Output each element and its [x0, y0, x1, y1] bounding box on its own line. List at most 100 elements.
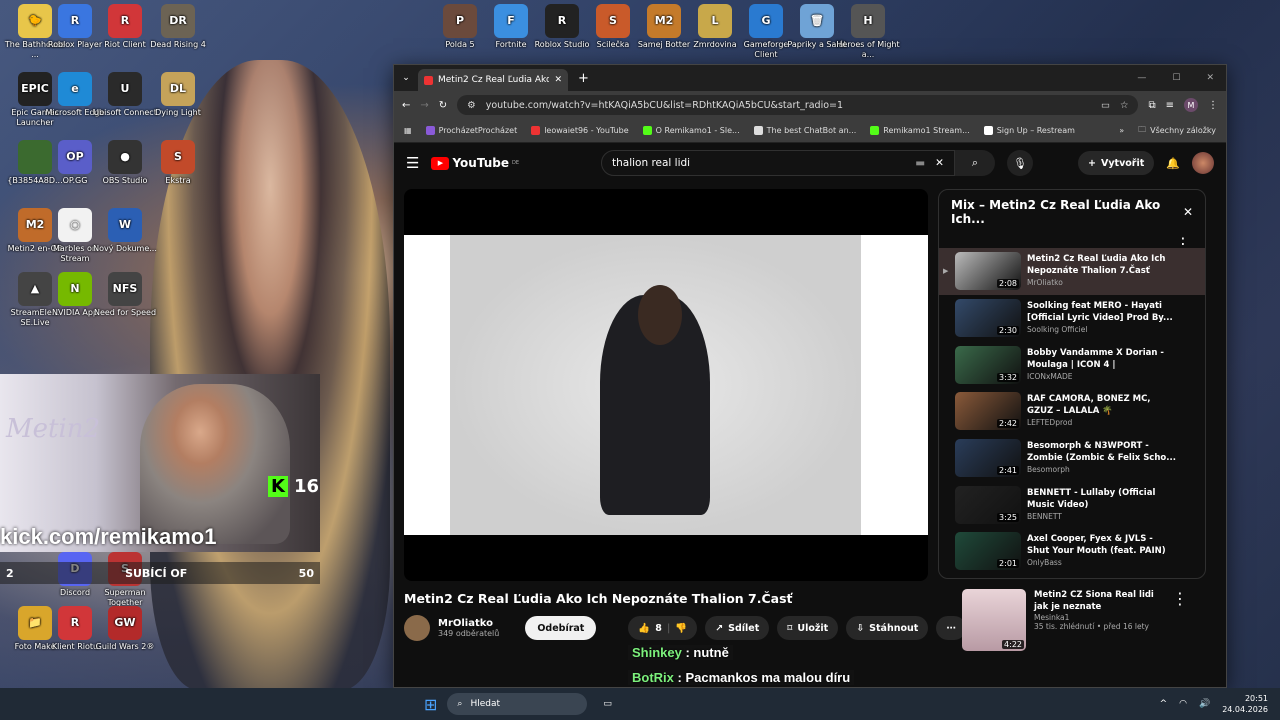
clock-date[interactable]: 24.04.2026	[1222, 704, 1268, 715]
url-field[interactable]: ⚙ youtube.com/watch?v=htKAQiA5bCU&list=R…	[457, 95, 1139, 115]
all-bookmarks[interactable]: 🗀 Všechny záložky	[1138, 124, 1216, 138]
taskbar-search-label: Hledat	[470, 699, 501, 709]
close-mix-icon[interactable]: ✕	[1183, 205, 1193, 219]
minimize-icon[interactable]: —	[1137, 73, 1146, 83]
apps-icon[interactable]: ▦	[404, 126, 412, 135]
media-icon[interactable]: ≡	[1166, 100, 1174, 111]
bookmark-item[interactable]: ProcházetProcházet	[425, 126, 517, 135]
thumbs-down-icon[interactable]: 👎	[675, 623, 687, 634]
youtube-logo[interactable]: ▶ YouTube DE	[431, 156, 519, 170]
mix-thumbnail: 3:25	[955, 485, 1021, 524]
reload-icon[interactable]: ↻	[439, 100, 447, 111]
volume-icon[interactable]: 🔊	[1199, 699, 1210, 709]
mix-item-title: Soolking feat MERO - Hayati [Official Ly…	[1027, 301, 1173, 324]
region-code: DE	[511, 160, 519, 166]
tab-close-icon[interactable]: ✕	[554, 75, 562, 85]
like-button[interactable]: 👍 8 | 👎	[628, 616, 698, 640]
menu-icon[interactable]: ⋮	[1208, 100, 1218, 111]
clear-search-icon[interactable]: ✕	[935, 157, 944, 169]
bookmark-item[interactable]: Sign Up – Restream	[983, 126, 1075, 135]
taskbar-search[interactable]: ⌕ Hledat	[447, 693, 588, 715]
youtube-favicon-icon	[424, 75, 433, 85]
profile-avatar[interactable]: M	[1184, 98, 1198, 112]
close-window-icon[interactable]: ✕	[1206, 73, 1214, 83]
download-button[interactable]: ⇩ Stáhnout	[846, 616, 929, 640]
bookmark-label: O Remikamo1 - Sle...	[655, 126, 740, 135]
bookmark-favicon-icon	[870, 126, 880, 135]
mix-item[interactable]: ▶ 2:08 Metin2 Cz Real Ľudia Ako Ich Nepozn…	[939, 248, 1205, 295]
new-tab-icon[interactable]: +	[578, 71, 589, 86]
search-input[interactable]: thalion real lidi ▬ ✕	[600, 150, 955, 176]
start-icon[interactable]: ⊞	[424, 695, 437, 714]
app-icon: OP	[58, 140, 92, 174]
back-icon[interactable]: ←	[402, 100, 410, 111]
desktop-icon[interactable]: DR Dead Rising 4	[143, 4, 213, 50]
forward-icon[interactable]: →	[420, 100, 428, 111]
metin2-logo: Metin2	[6, 414, 101, 444]
recommended-item[interactable]: 4:22 Metin2 CZ Siona Real lidi jak je ne…	[962, 589, 1188, 651]
clock-time[interactable]: 20:51	[1222, 693, 1268, 704]
app-icon: DR	[161, 4, 195, 38]
subscribe-button[interactable]: Odebírat	[525, 616, 597, 640]
mix-item[interactable]: 2:41 Besomorph & N3WPORT - Zombie (Zombic…	[939, 435, 1205, 482]
bookmark-item[interactable]: O Remikamo1 - Sle...	[642, 126, 740, 135]
keyboard-icon[interactable]: ▬	[915, 157, 925, 169]
mix-item[interactable]: 2:01 Axel Cooper, Fyex & JVLS - Shut Your…	[939, 528, 1205, 575]
mix-item[interactable]: 3:25 BENNETT - Lullaby (Official Music Vi…	[939, 481, 1205, 528]
bookmark-item[interactable]: The best ChatBot an...	[753, 126, 856, 135]
tab-search-icon[interactable]: ⌄	[394, 73, 418, 83]
voice-search-icon[interactable]: 🎙	[1006, 150, 1033, 176]
task-view-icon[interactable]: ▭	[603, 699, 612, 709]
mix-duration: 2:30	[997, 326, 1019, 336]
hamburger-menu-icon[interactable]: ☰	[406, 154, 419, 172]
desktop-icon-label: Nový Dokume...	[93, 244, 157, 253]
desktop-icon-label: Dying Light	[155, 108, 201, 117]
notifications-icon[interactable]: 🔔	[1166, 157, 1180, 170]
bookmark-star-icon[interactable]: ☆	[1120, 100, 1129, 111]
mix-item[interactable]: 2:30 Soolking feat MERO - Hayati [Officia…	[939, 295, 1205, 342]
recommended-meta: 35 tis. zhlédnutí • před 16 lety	[1034, 622, 1149, 631]
cast-icon[interactable]: ▭	[1101, 100, 1110, 111]
mix-item[interactable]: 3:32 Bobby Vandamme X Dorian - Moulaga | …	[939, 341, 1205, 388]
sub-goal-bar: 2 SUBÍCÍ OF 50	[0, 562, 320, 584]
share-button[interactable]: ↗ Sdílet	[705, 616, 770, 640]
channel-name[interactable]: MrOliatko	[438, 618, 499, 629]
desktop-icon[interactable]: W Nový Dokume...	[90, 208, 160, 254]
mix-duration: 2:41	[997, 466, 1019, 476]
recommended-menu-icon[interactable]: ⋮	[1172, 589, 1188, 651]
mix-menu-icon[interactable]: ⋮	[939, 234, 1205, 253]
desktop-icon[interactable]: GW Guild Wars 2®	[90, 606, 160, 652]
more-bookmarks-icon[interactable]: »	[1119, 126, 1124, 135]
maximize-icon[interactable]: ☐	[1172, 73, 1180, 83]
mix-item[interactable]: 2:42 RAF CAMORA, BONEZ MC, GZUZ – LALALA …	[939, 388, 1205, 435]
app-icon: ○	[58, 208, 92, 242]
extensions-icon[interactable]: ⧉	[1148, 100, 1155, 111]
desktop-icon[interactable]: NFS Need for Speed	[90, 272, 160, 318]
viewer-count: 16	[293, 476, 320, 497]
all-bookmarks-label: Všechny záložky	[1150, 126, 1216, 135]
bookmark-favicon-icon	[425, 126, 435, 135]
wifi-icon[interactable]: ◠	[1179, 699, 1187, 709]
chat-username: Shinkey	[632, 645, 682, 660]
bookmark-item[interactable]: Remikamo1 Stream...	[870, 126, 970, 135]
app-icon: U	[108, 72, 142, 106]
create-button[interactable]: + Vytvořit	[1078, 151, 1155, 175]
app-icon: R	[108, 4, 142, 38]
bookmark-item[interactable]: leowaiet96 - YouTube	[531, 126, 629, 135]
app-icon: M2	[647, 4, 681, 38]
tray-chevron-icon[interactable]: ^	[1160, 699, 1168, 709]
save-button[interactable]: ⌑ Uložit	[777, 616, 839, 640]
desktop-icon[interactable]: DL Dying Light	[143, 72, 213, 118]
search-button[interactable]: ⌕	[954, 150, 995, 176]
tab-youtube[interactable]: Metin2 Cz Real Ľudia Ako Ich N ✕	[418, 69, 568, 91]
video-player[interactable]	[404, 189, 928, 581]
desktop-icon[interactable]: H Heroes of Might a...	[833, 4, 903, 60]
site-info-icon[interactable]: ⚙	[467, 100, 476, 111]
mix-item-title: Bobby Vandamme X Dorian - Moulaga | ICON…	[1027, 347, 1164, 370]
account-avatar[interactable]	[1192, 152, 1214, 174]
desktop-icon[interactable]: S Ekstra	[143, 140, 213, 186]
mix-thumbnail: 3:32	[955, 345, 1021, 384]
channel-avatar[interactable]	[404, 615, 430, 641]
mix-item-channel: OnlyBass	[1027, 558, 1062, 568]
mix-thumbnail: 2:08	[955, 252, 1021, 291]
